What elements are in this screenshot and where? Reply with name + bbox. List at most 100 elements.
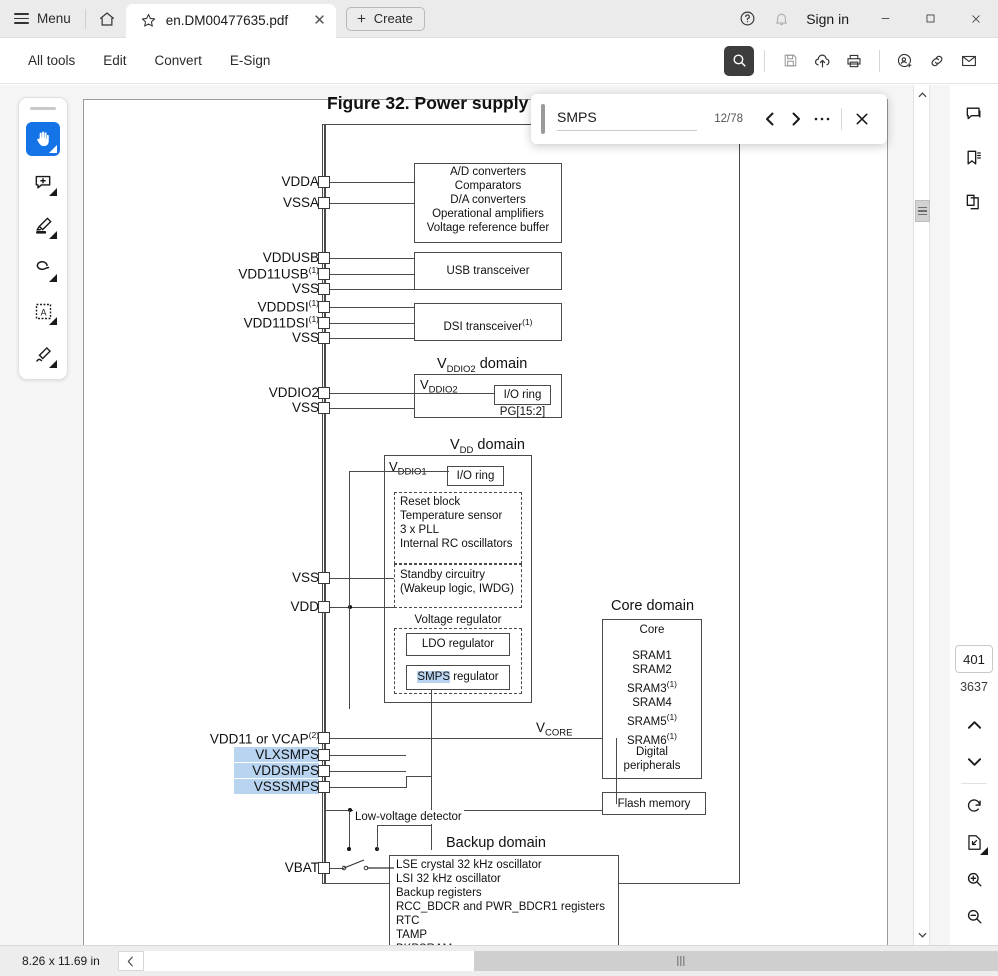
previous-match-button[interactable]: [757, 106, 783, 132]
pin-label-vddio2: VDDIO2: [268, 385, 319, 400]
add-comment-user-button[interactable]: [890, 46, 920, 76]
current-page-input[interactable]: 401: [955, 645, 993, 673]
pin-box-vss-dsi: [318, 332, 330, 344]
page-thumbnails-icon: [964, 192, 984, 212]
signature-button[interactable]: [26, 337, 60, 371]
chevron-down-icon: [967, 757, 982, 767]
upload-cloud-button[interactable]: [807, 46, 837, 76]
search-input[interactable]: [557, 107, 697, 131]
page-thumbnails-button[interactable]: [959, 187, 989, 217]
comment-panel-button[interactable]: [959, 99, 989, 129]
tool-esign[interactable]: E-Sign: [216, 46, 285, 76]
vdd-domain-label: VDD domain: [450, 437, 525, 456]
pin-label-vdd11-vcap: VDD11 or VCAP(2): [209, 730, 319, 747]
window-minimize-button[interactable]: [863, 0, 908, 38]
bookmarks-panel-button[interactable]: [959, 143, 989, 173]
tab-close-icon[interactable]: ✕: [299, 13, 326, 28]
scroll-down-arrow[interactable]: [914, 927, 931, 943]
zoom-out-icon: [965, 907, 984, 926]
wire-vddusb: [330, 258, 414, 259]
upload-cloud-icon: [813, 51, 832, 70]
wire-vdd: [330, 607, 394, 608]
tool-edit[interactable]: Edit: [89, 46, 140, 76]
hamburger-icon: [14, 13, 29, 24]
wire-vddio2: [330, 393, 494, 394]
hscrollbar-thumb[interactable]: [143, 951, 474, 971]
link-icon: [928, 52, 946, 70]
wire-lvd-right: [377, 825, 378, 850]
sign-in-button[interactable]: Sign in: [798, 11, 863, 27]
pin-box-vbat: [318, 862, 330, 874]
pin-label-vss-io2: VSS: [291, 400, 319, 415]
star-icon[interactable]: [140, 12, 157, 29]
email-icon: [960, 52, 978, 70]
pin-label-vdd: VDD: [290, 599, 319, 614]
close-find-button[interactable]: [849, 106, 875, 132]
pin-label-vsssmps: VSSSMPS: [234, 779, 319, 794]
document-tab[interactable]: en.DM00477635.pdf ✕: [125, 3, 336, 38]
hscroll-left-arrow[interactable]: [117, 951, 144, 971]
wire-lvd-left: [349, 810, 350, 850]
print-icon: [845, 52, 863, 70]
rotate-clockwise-icon: [965, 796, 984, 815]
menu-button[interactable]: Menu: [0, 0, 83, 37]
flash-memory-label: Flash memory: [617, 798, 691, 810]
comment-panel-icon: [964, 104, 984, 124]
tool-convert[interactable]: Convert: [141, 46, 216, 76]
link-button[interactable]: [922, 46, 952, 76]
notifications-button[interactable]: [764, 0, 798, 38]
core-title: Core: [639, 624, 665, 636]
pin-label-vss-core: VSS: [291, 570, 319, 585]
zoom-in-button[interactable]: [956, 861, 992, 898]
scrollbar-thumb[interactable]: [915, 200, 930, 222]
search-icon: [731, 52, 748, 69]
help-button[interactable]: [730, 0, 764, 38]
popup-drag-handle[interactable]: [541, 104, 545, 134]
wire-vdddsi: [330, 307, 414, 308]
plus-icon: [355, 12, 368, 25]
email-button[interactable]: [954, 46, 984, 76]
pin-box-vddusb: [318, 252, 330, 264]
bell-icon: [773, 10, 790, 27]
search-button[interactable]: [724, 45, 754, 76]
fit-page-button[interactable]: [956, 824, 992, 861]
window-maximize-button[interactable]: [908, 0, 953, 38]
print-button[interactable]: [839, 46, 869, 76]
tool-all-tools[interactable]: All tools: [14, 46, 89, 76]
pin-box-vdd: [318, 601, 330, 613]
rail-drag-handle[interactable]: [30, 107, 56, 110]
wire-vdd-to-vddio1: [349, 471, 449, 472]
divider: [84, 8, 86, 29]
next-page-button[interactable]: [956, 743, 992, 780]
page-vertical-scrollbar[interactable]: [913, 85, 930, 945]
divider: [879, 49, 880, 72]
divider: [841, 108, 842, 130]
text-select-button[interactable]: A: [26, 294, 60, 328]
more-options-button[interactable]: [809, 106, 835, 132]
wire-vdd-vertical: [349, 471, 350, 709]
freehand-draw-button[interactable]: [26, 251, 60, 285]
create-button[interactable]: Create: [345, 6, 425, 31]
horizontal-scrollbar[interactable]: [143, 951, 998, 971]
window-close-button[interactable]: [953, 0, 998, 38]
pin-label-vdda: VDDA: [281, 174, 319, 189]
pin-label-vss-usb: VSS: [291, 281, 319, 296]
previous-page-button[interactable]: [956, 706, 992, 743]
add-sticky-note-button[interactable]: [26, 165, 60, 199]
scroll-up-arrow[interactable]: [914, 87, 931, 103]
pin-label-vbat: VBAT: [284, 860, 319, 875]
pg-range-label: PG[15:2]: [499, 406, 546, 418]
home-button[interactable]: [88, 0, 126, 37]
wire-lvd-horiz: [377, 825, 432, 826]
pin-box-vdd11-vcap: [318, 732, 330, 744]
hand-tool-button[interactable]: [26, 122, 60, 156]
document-viewport[interactable]: Figure 32. Power supply overview VDDA do…: [80, 85, 950, 945]
zoom-out-button[interactable]: [956, 898, 992, 935]
save-button[interactable]: [775, 46, 805, 76]
next-match-button[interactable]: [783, 106, 809, 132]
pin-box-vddio2: [318, 387, 330, 399]
highlighter-button[interactable]: [26, 208, 60, 242]
chevron-down-icon: [49, 317, 57, 325]
rotate-button[interactable]: [956, 787, 992, 824]
wire-vssa: [330, 203, 414, 204]
